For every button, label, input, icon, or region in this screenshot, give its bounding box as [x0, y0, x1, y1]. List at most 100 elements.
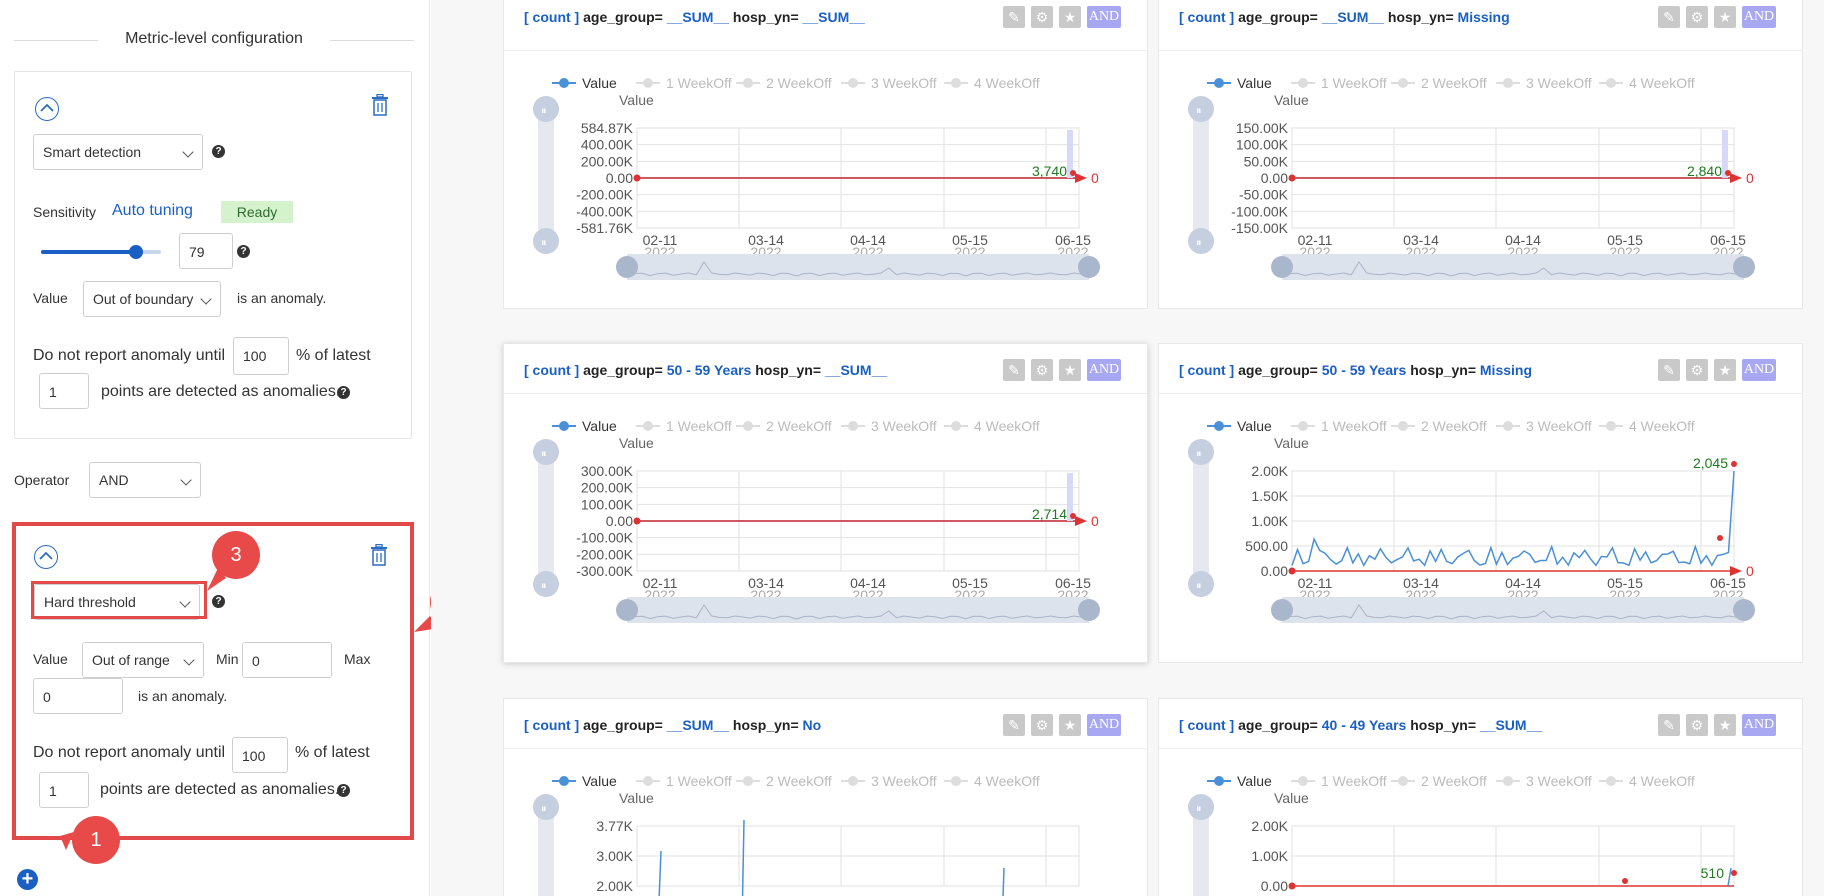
- pause-icon: ⏸: [541, 580, 547, 592]
- y-tick-label: 0.00: [606, 170, 633, 186]
- boundary-value: Out of boundary: [93, 291, 194, 307]
- legend-label: 4 WeekOff: [1629, 75, 1695, 91]
- trash-icon[interactable]: [370, 544, 388, 566]
- legend-marker: [1298, 421, 1308, 431]
- callout-3: 3: [212, 531, 260, 579]
- y-tick-label: 3.00K: [596, 848, 633, 864]
- pause-icon: ⏸: [1196, 803, 1202, 815]
- legend-label: Value: [1237, 418, 1272, 434]
- percent-input[interactable]: 100: [233, 337, 289, 375]
- collapse-button[interactable]: [34, 545, 58, 569]
- help-icon[interactable]: ?: [212, 145, 225, 158]
- anomaly-point: [1717, 535, 1723, 541]
- trash-icon[interactable]: [371, 94, 389, 116]
- help-icon[interactable]: ?: [237, 245, 250, 258]
- legend-label: 2 WeekOff: [1421, 75, 1487, 91]
- end-value-label: 0: [1746, 170, 1754, 186]
- metric-chart-card[interactable]: [ count ] age_group= 50 - 59 Years hosp_…: [1158, 343, 1803, 663]
- points-text: points are detected as anomalies.: [101, 383, 341, 400]
- boundary-select[interactable]: Out of boundary: [83, 281, 221, 317]
- operator-select[interactable]: AND: [89, 462, 201, 498]
- series-spike: [658, 850, 662, 896]
- legend-marker: [559, 421, 569, 431]
- legend-label: 4 WeekOff: [974, 75, 1040, 91]
- metric-chart-card[interactable]: [ count ] age_group= __SUM__ hosp_yn= No…: [503, 698, 1148, 896]
- navigator-handle-right: [1078, 599, 1100, 621]
- legend-label: Value: [582, 418, 617, 434]
- report-until-text: Do not report anomaly until: [33, 744, 226, 761]
- min-input[interactable]: 0: [242, 642, 332, 678]
- legend-marker: [1214, 78, 1224, 88]
- percent-input[interactable]: 100: [232, 737, 288, 773]
- y-tick-label: -50.00K: [1239, 187, 1289, 203]
- help-icon[interactable]: ?: [337, 386, 350, 399]
- y-axis-title: Value: [619, 92, 654, 108]
- sensitivity-label: Sensitivity: [33, 204, 97, 220]
- series-spike: [1727, 867, 1732, 887]
- chevron-up-icon: [40, 103, 54, 112]
- legend-marker: [1503, 421, 1513, 431]
- y-tick-label: -200.00K: [576, 546, 633, 562]
- chart-svg: Value 1 WeekOff 2 WeekOff 3 WeekOff 4 WeekOf…: [1188, 418, 1755, 623]
- legend-label: 2 WeekOff: [766, 773, 832, 789]
- range-navigator: [1282, 597, 1744, 623]
- legend-marker: [848, 421, 858, 431]
- legend-marker: [1298, 78, 1308, 88]
- legend-marker: [559, 78, 569, 88]
- series-spike: [1002, 867, 1005, 896]
- detection-method-select[interactable]: Smart detection: [33, 134, 203, 170]
- help-icon[interactable]: ?: [337, 784, 350, 797]
- value-label: Value: [33, 290, 68, 306]
- legend-marker: [848, 78, 858, 88]
- legend-label: 3 WeekOff: [1526, 418, 1592, 434]
- max-input[interactable]: 0: [33, 678, 123, 714]
- range-select[interactable]: Out of range: [82, 642, 204, 678]
- legend-marker: [1503, 776, 1513, 786]
- navigator-handle-left: [1271, 256, 1293, 278]
- help-icon[interactable]: ?: [212, 595, 225, 608]
- y-tick-label: 1.50K: [1251, 488, 1288, 504]
- y-tick-label: 400.00K: [581, 137, 634, 153]
- chart-svg: Value 1 WeekOff 2 WeekOff 3 WeekOff 4 WeekOf…: [1188, 75, 1755, 280]
- metric-chart-card[interactable]: [ count ] age_group= __SUM__ hosp_yn= __…: [503, 0, 1148, 309]
- sensitivity-input[interactable]: 79: [179, 233, 233, 269]
- plus-circle-icon[interactable]: +: [17, 869, 38, 890]
- value-label: Value: [33, 651, 68, 667]
- y-tick-label: -150.00K: [1231, 220, 1288, 236]
- y-tick-label: 0.00: [1261, 878, 1288, 894]
- y-tick-label: 100.00K: [1236, 137, 1289, 153]
- operator-label: Operator: [14, 472, 70, 488]
- chart-svg: Value 1 WeekOff 2 WeekOff 3 WeekOff 4 WeekOf…: [533, 773, 1080, 896]
- legend-marker: [1606, 421, 1616, 431]
- y-tick-label: -200.00K: [576, 187, 633, 203]
- points-input[interactable]: 1: [39, 772, 89, 808]
- auto-tuning-link[interactable]: Auto tuning: [112, 202, 193, 220]
- is-anomaly-text: is an anomaly.: [138, 688, 228, 704]
- sensitivity-slider-thumb[interactable]: [129, 245, 143, 259]
- chart-svg: Value 1 WeekOff 2 WeekOff 3 WeekOff 4 WeekOf…: [533, 418, 1100, 623]
- y-tick-label: 3.77K: [596, 818, 633, 834]
- legend-label: Value: [1237, 773, 1272, 789]
- legend-marker: [743, 776, 753, 786]
- legend-marker: [559, 776, 569, 786]
- collapse-button[interactable]: [35, 97, 59, 121]
- legend-label: 3 WeekOff: [1526, 75, 1592, 91]
- is-anomaly-text: is an anomaly.: [237, 290, 327, 306]
- legend-marker: [1606, 776, 1616, 786]
- metric-chart-card[interactable]: [ count ] age_group= 50 - 59 Years hosp_…: [503, 343, 1148, 663]
- y-tick-label: 584.87K: [581, 120, 634, 136]
- metric-chart-card[interactable]: [ count ] age_group= __SUM__ hosp_yn= Mi…: [1158, 0, 1803, 309]
- percent-of-latest-text: % of latest: [296, 347, 371, 364]
- chevron-down-icon: [180, 474, 192, 486]
- pause-icon: ⏸: [1196, 237, 1202, 249]
- y-tick-label: 2.00K: [596, 878, 633, 894]
- anomaly-point: [1622, 878, 1628, 884]
- detection-method-value: Smart detection: [43, 144, 142, 160]
- legend-marker: [1398, 78, 1408, 88]
- legend-marker: [1503, 78, 1513, 88]
- section-title-text: Metric-level configuration: [125, 30, 303, 47]
- points-input[interactable]: 1: [39, 373, 89, 409]
- range-value: Out of range: [92, 652, 170, 668]
- metric-chart-card[interactable]: [ count ] age_group= 40 - 49 Years hosp_…: [1158, 698, 1803, 896]
- legend-label: 1 WeekOff: [666, 75, 732, 91]
